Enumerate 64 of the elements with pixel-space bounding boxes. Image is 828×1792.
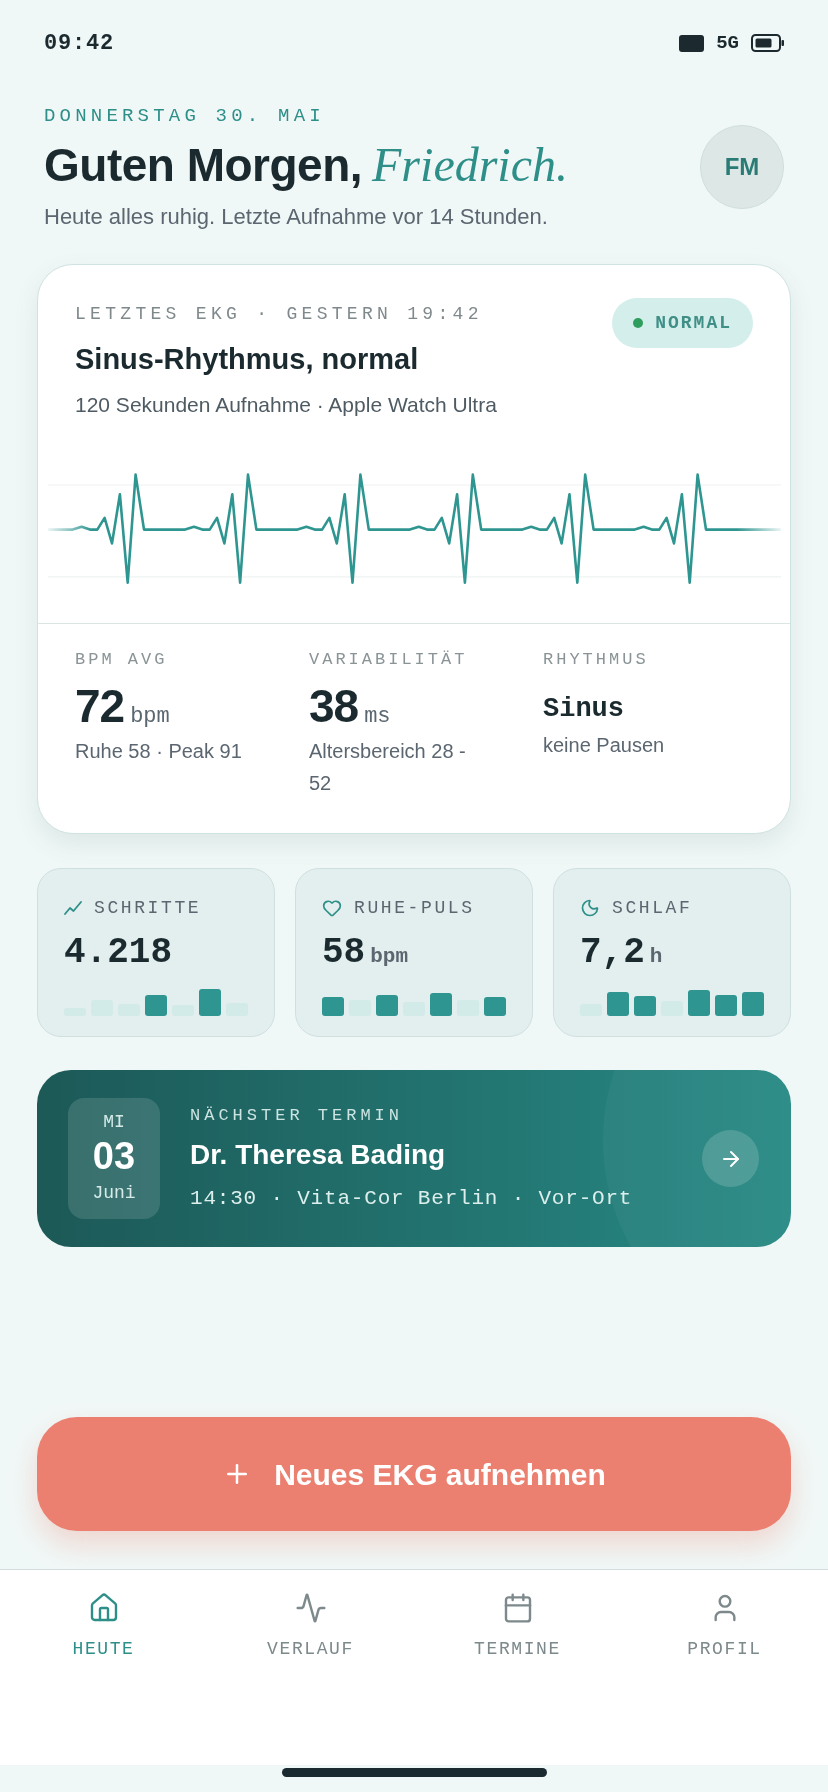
appointment-details: 14:30 · Vita-Cor Berlin · Vor-Ort xyxy=(190,1185,633,1212)
stat-value: Sinus xyxy=(543,693,624,726)
stat-detail: Ruhe 58 · Peak 91 xyxy=(75,739,243,764)
appointment-card[interactable]: MI 03 Juni NÄCHSTER TERMIN Dr. Theresa Bading 14:30 · Vita-Cor Berlin · Vor-Ort xyxy=(37,1070,791,1247)
chart-bar xyxy=(634,996,656,1016)
chart-bar xyxy=(742,992,764,1016)
ecg-subtitle: 120 Sekunden Aufnahme · Apple Watch Ultra xyxy=(75,392,497,418)
stat-detail: keine Pausen xyxy=(543,733,666,758)
date-label: DONNERSTAG 30. MAI xyxy=(44,106,326,126)
metric-unit: h xyxy=(649,944,663,970)
stat-detail: Altersbereich 28 - 52 xyxy=(309,739,467,796)
stat-label: RHYTHMUS xyxy=(543,650,650,670)
ecg-label: LETZTES EKG · GESTERN 19:42 xyxy=(75,304,484,324)
ecg-title: Sinus-Rhythmus, normal xyxy=(75,342,420,376)
chart-bar xyxy=(322,997,344,1016)
stat-label: VARIABILITÄT xyxy=(309,650,469,670)
heart-icon xyxy=(322,898,342,918)
metric-label: RUHE-PULS xyxy=(354,898,475,918)
user-name: Friedrich. xyxy=(372,140,568,190)
metric-label: SCHLAF xyxy=(612,898,693,918)
pulse-line-icon xyxy=(294,1592,327,1624)
network-label: 5G xyxy=(716,30,739,56)
nav-tab[interactable]: VERLAUF xyxy=(207,1592,414,1659)
status-text: NORMAL xyxy=(655,311,732,335)
chart-bar xyxy=(715,995,737,1016)
trend-line-icon xyxy=(64,901,82,915)
chart-bar xyxy=(688,990,710,1016)
appointment-month: Juni xyxy=(92,1183,136,1203)
chart-bar xyxy=(430,993,452,1016)
nav-tab[interactable]: TERMINE xyxy=(414,1592,621,1659)
metric-card[interactable]: RUHE-PULS 58 bpm xyxy=(295,868,533,1037)
arrow-button[interactable] xyxy=(702,1130,759,1187)
appointment-day: 03 xyxy=(92,1134,136,1178)
nav-tab[interactable]: PROFIL xyxy=(621,1592,828,1659)
battery-icon xyxy=(751,34,784,52)
chart-bar xyxy=(607,992,629,1016)
metric-value: 58 xyxy=(322,933,366,973)
greeting-subtitle: Heute alles ruhig. Letzte Aufnahme vor 14 Stunden. xyxy=(44,204,549,230)
ecg-card[interactable] xyxy=(37,264,791,834)
metric-card[interactable]: SCHRITTE 4.218 xyxy=(37,868,275,1037)
metric-unit: bpm xyxy=(370,944,409,970)
avatar[interactable]: FM xyxy=(700,125,784,209)
status-time: 09:42 xyxy=(44,29,114,58)
metric-value: 4.218 xyxy=(64,933,173,973)
record-ecg-button[interactable]: Neues EKG aufnehmen xyxy=(37,1417,791,1531)
appointment-label: NÄCHSTER TERMIN xyxy=(190,1105,405,1126)
moon-icon xyxy=(580,898,600,918)
metric-label: SCHRITTE xyxy=(94,898,202,918)
appointment-weekday: MI xyxy=(103,1112,125,1132)
greeting-heading: Guten Morgen, xyxy=(44,140,363,190)
doctor-name: Dr. Theresa Bading xyxy=(190,1137,447,1172)
stat-unit: ms xyxy=(364,704,391,730)
signal-block-icon xyxy=(679,34,705,52)
chart-bar xyxy=(145,995,167,1016)
stat-label: BPM AVG xyxy=(75,650,169,670)
chart-bar xyxy=(484,997,506,1016)
chart-bar xyxy=(376,995,398,1016)
stat-value: 38 xyxy=(309,681,359,731)
metric-card[interactable]: SCHLAF 7,2 h xyxy=(553,868,791,1037)
metric-value: 7,2 xyxy=(580,933,645,973)
nav-tab[interactable]: HEUTE xyxy=(0,1592,207,1659)
stat-unit: bpm xyxy=(130,704,170,730)
chart-bar xyxy=(199,989,221,1016)
stat-value: 72 xyxy=(75,681,125,731)
